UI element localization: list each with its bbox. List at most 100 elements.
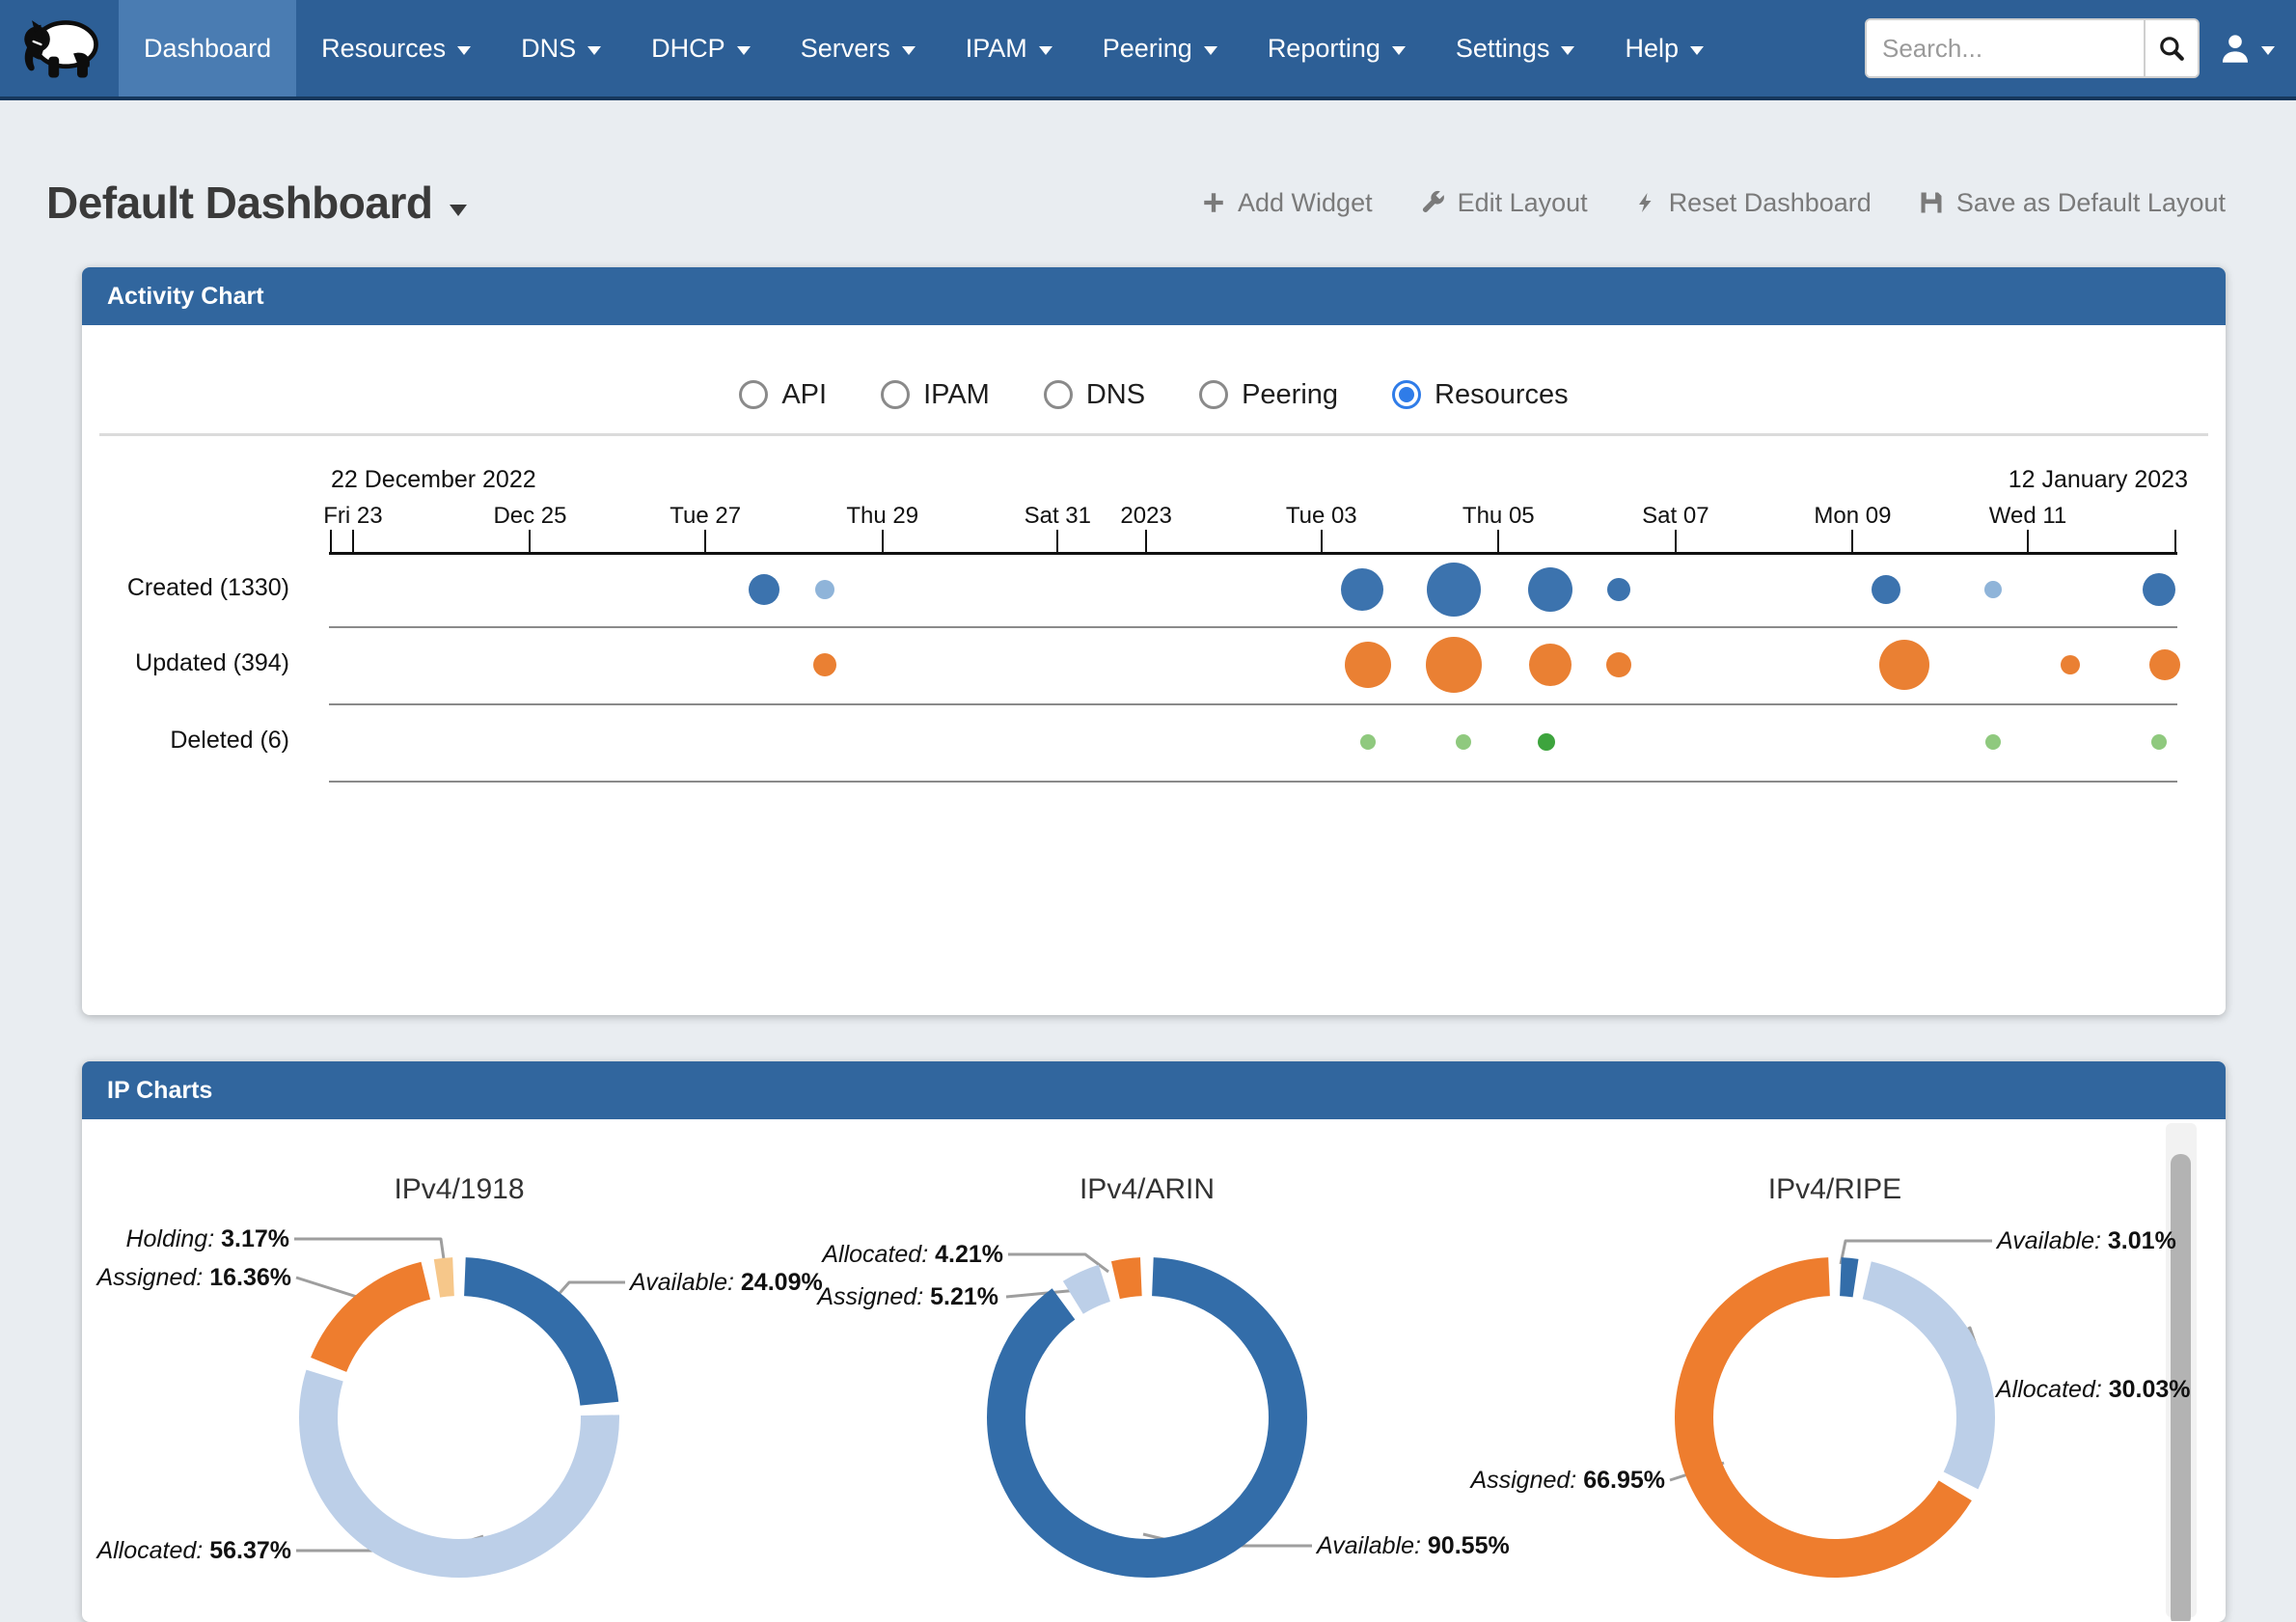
activity-bubble [1345, 642, 1391, 688]
nav-item-peering[interactable]: Peering [1078, 0, 1243, 96]
button-label: Reset Dashboard [1669, 188, 1872, 218]
reset-dashboard-button[interactable]: Reset Dashboard [1634, 188, 1872, 218]
user-menu[interactable] [2219, 32, 2275, 65]
activity-bubble [1426, 637, 1482, 693]
activity-bubble [1529, 644, 1572, 686]
elephant-logo[interactable] [0, 0, 119, 96]
save-default-layout-button[interactable]: Save as Default Layout [1918, 188, 2226, 218]
dashboard-toolbar: Add Widget Edit Layout Reset Dashboard S… [1201, 188, 2226, 218]
timeline-tick-label: Tue 27 [670, 503, 741, 530]
filter-peering[interactable]: Peering [1199, 379, 1338, 411]
ip-charts-header: IP Charts [82, 1061, 2226, 1119]
donut-chart-IPv4/1918 [266, 1224, 652, 1610]
ip-charts-widget: IP Charts IPv4/1918Holding: 3.17%Assigne… [82, 1061, 2226, 1622]
edit-layout-button[interactable]: Edit Layout [1419, 188, 1588, 218]
timeline-tick-label: Sat 31 [1025, 503, 1091, 530]
widget-title: IP Charts [107, 1077, 212, 1105]
chevron-down-icon [1690, 46, 1704, 55]
timeline-tick-label: Sat 07 [1642, 503, 1708, 530]
filter-label: Resources [1435, 379, 1569, 411]
activity-bubble [1427, 563, 1481, 617]
navbar: Dashboard Resources DNS DHCP Servers IPA… [0, 0, 2296, 100]
donut-label-allocated: Allocated: 4.21% [822, 1240, 1003, 1269]
button-label: Save as Default Layout [1956, 188, 2226, 218]
activity-bubble [1607, 578, 1630, 601]
navbar-right [1865, 0, 2296, 96]
dashboard-selector-caret-icon[interactable] [450, 205, 467, 216]
activity-chart-body: API IPAM DNS Peering Resources 22 Decemb… [82, 325, 2226, 1015]
nav-item-dhcp[interactable]: DHCP [626, 0, 776, 96]
activity-bubble [1528, 567, 1572, 612]
filter-ipam[interactable]: IPAM [881, 379, 990, 411]
page-header: Default Dashboard Add Widget Edit Layout… [46, 162, 2226, 243]
nav-item-settings[interactable]: Settings [1431, 0, 1600, 96]
activity-bubble [1872, 575, 1900, 604]
donut-slice-available [1006, 1277, 1288, 1558]
nav-item-reporting[interactable]: Reporting [1243, 0, 1431, 96]
nav-label: Peering [1103, 34, 1192, 64]
user-icon [2219, 32, 2252, 65]
timeline-row-label: Updated (394) [82, 649, 289, 677]
search-box [1865, 18, 2200, 78]
donut-chart-IPv4/RIPE [1642, 1224, 2028, 1610]
timeline-axis [329, 552, 2177, 555]
button-label: Edit Layout [1458, 188, 1588, 218]
search-input[interactable] [1867, 20, 2144, 76]
timeline-tick-label: 2023 [1120, 503, 1171, 530]
nav-label: DHCP [651, 34, 725, 64]
radio-selected-icon[interactable] [1392, 380, 1421, 409]
radio-icon[interactable] [1044, 380, 1073, 409]
add-widget-button[interactable]: Add Widget [1201, 188, 1373, 218]
nav-item-dashboard[interactable]: Dashboard [119, 0, 296, 96]
main-menu: Dashboard Resources DNS DHCP Servers IPA… [119, 0, 1729, 96]
timeline-tick [1675, 530, 1677, 552]
search-button[interactable] [2144, 20, 2198, 76]
filter-label: Peering [1242, 379, 1338, 411]
plus-icon [1201, 190, 1226, 215]
timeline-tick [352, 530, 354, 552]
nav-item-dns[interactable]: DNS [496, 0, 626, 96]
timeline-tick-label: Thu 29 [846, 503, 918, 530]
chevron-down-icon [1392, 46, 1406, 55]
activity-bubble [1984, 581, 2002, 598]
activity-bubble [1879, 640, 1929, 690]
nav-item-help[interactable]: Help [1599, 0, 1729, 96]
timeline-row-separator [329, 703, 2177, 705]
timeline-tick-label: Mon 09 [1814, 503, 1891, 530]
timeline-range-end: 12 January 2023 [2009, 466, 2188, 494]
timeline-tick [1056, 530, 1058, 552]
bolt-icon [1634, 189, 1657, 216]
timeline-tick-label: Dec 25 [493, 503, 566, 530]
activity-bubble [1360, 734, 1376, 750]
nav-item-servers[interactable]: Servers [776, 0, 941, 96]
timeline-tick-label: Thu 05 [1462, 503, 1535, 530]
activity-bubble [813, 653, 836, 676]
widget-title: Activity Chart [107, 283, 264, 311]
button-label: Add Widget [1238, 188, 1373, 218]
timeline-tick-label: Fri 23 [323, 503, 382, 530]
donut-label-assigned: Assigned: 16.36% [96, 1263, 291, 1292]
divider [99, 433, 2208, 436]
filter-api[interactable]: API [739, 379, 827, 411]
chevron-down-icon [1204, 46, 1217, 55]
timeline-row-label: Created (1330) [82, 574, 289, 602]
radio-icon[interactable] [881, 380, 910, 409]
donut-label-allocated: Allocated: 56.37% [96, 1536, 291, 1565]
nav-item-ipam[interactable]: IPAM [941, 0, 1078, 96]
filter-label: DNS [1086, 379, 1145, 411]
donut-label-assigned: Assigned: 66.95% [1470, 1466, 1665, 1495]
filter-dns[interactable]: DNS [1044, 379, 1145, 411]
page-title: Default Dashboard [46, 177, 432, 229]
activity-bubble [2149, 649, 2180, 680]
filter-resources[interactable]: Resources [1392, 379, 1569, 411]
donut-label-holding: Holding: 3.17% [125, 1224, 289, 1253]
timeline-tick-label: Tue 03 [1286, 503, 1357, 530]
timeline-tick [1497, 530, 1499, 552]
activity-chart-header: Activity Chart [82, 267, 2226, 325]
radio-icon[interactable] [739, 380, 768, 409]
nav-item-resources[interactable]: Resources [296, 0, 496, 96]
timeline-range-start: 22 December 2022 [331, 466, 536, 494]
timeline-tick [2174, 530, 2176, 552]
nav-label: Settings [1456, 34, 1550, 64]
radio-icon[interactable] [1199, 380, 1228, 409]
